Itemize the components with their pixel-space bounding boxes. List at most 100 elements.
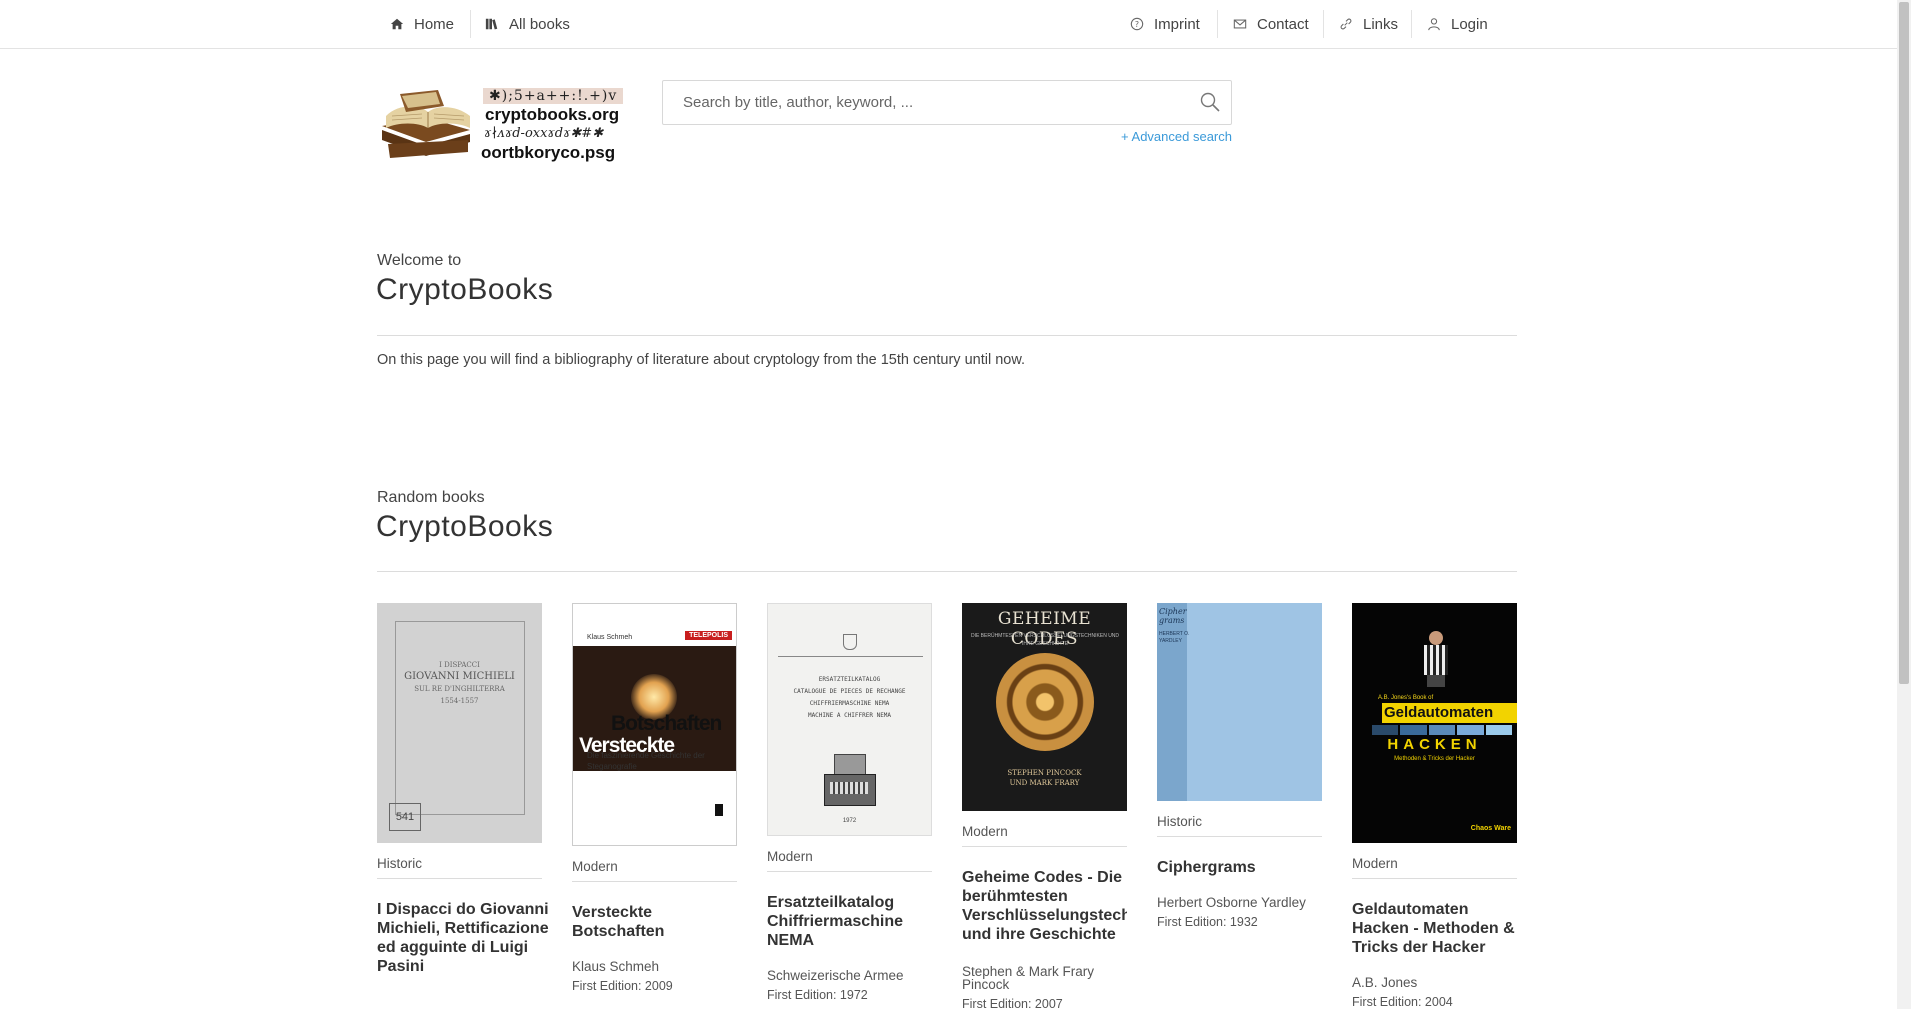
cover-text: Methoden & Tricks der Hacker [1394,756,1475,762]
nav-all-books[interactable]: All books [485,0,570,48]
cover-text: STEPHEN PINCOCK [1007,769,1082,777]
hacker-figure-image [1422,631,1450,691]
swiss-crest-icon [843,634,857,650]
cipher-disk-image [996,653,1094,751]
cover-text: HERBERT O. YARDLEY [1159,631,1190,644]
user-icon [1428,18,1440,31]
nav-imprint[interactable]: ? Imprint [1130,0,1200,48]
book-edition: First Edition: 2009 [572,979,673,993]
book-title[interactable]: Geheime Codes - Die berühmtesten Verschl… [962,868,1127,944]
site-logo[interactable]: ✱);5+a++:!.+)v cryptobooks.org ɤ∤ᴧɤd-oxx… [378,86,626,166]
nav-divider [470,10,471,38]
cover-text: CATALOGUE DE PIECES DE RECHANGE [793,688,906,695]
cover-text: I DISPACCI [439,661,480,669]
publisher-logo-icon [715,804,723,816]
book-title[interactable]: Geldautomaten Hacken - Methoden & Tricks… [1352,900,1527,957]
divider [1352,878,1517,879]
book-edition: First Edition: 1972 [767,988,868,1002]
scrollbar-thumb[interactable] [1899,2,1909,684]
svg-text:?: ? [1135,20,1139,29]
book-cover-image[interactable]: GEHEIME CODES DIE BERÜHMTESTEN VERSCHLÜS… [962,603,1127,811]
logo-cipher-line-2: ɤ∤ᴧɤd-oxxɤdɤ✱#✱ [484,126,604,141]
cover-text: A.B. Jones's Book of [1378,695,1434,701]
nav-divider [1411,10,1412,38]
book-title[interactable]: Ersatzteilkatalog Chiffriermaschine NEMA [767,893,942,950]
divider [767,871,932,872]
book-author: Stephen & Mark Frary Pincock [962,964,1095,992]
nav-login-label: Login [1451,15,1488,33]
book-title[interactable]: Ciphergrams [1157,858,1332,877]
cover-frame [395,621,525,815]
book-cover-image[interactable]: ERSATZTEILKATALOG CATALOGUE DE PIECES DE… [767,603,932,836]
book-cover-image[interactable]: A.B. Jones's Book of Geldautomaten HACKE… [1352,603,1517,843]
cover-text: UND MARK FRARY [1009,779,1080,787]
nav-login[interactable]: Login [1427,0,1488,48]
book-cover-image[interactable]: I DISPACCI GIOVANNI MICHIELI SUL RE D'IN… [377,603,542,843]
cover-text: MACHINE A CHIFFRER NEMA [807,712,892,719]
welcome-kicker: Welcome to [377,252,462,269]
divider [377,335,1517,336]
nav-links-label: Links [1363,15,1399,33]
nav-imprint-label: Imprint [1154,15,1200,33]
book-edition: First Edition: 1932 [1157,915,1258,929]
link-icon [1340,18,1352,30]
book-cover-image[interactable]: Klaus Schmeh TELEPOLIS Versteckte Botsch… [572,603,737,846]
divider [572,881,737,882]
cover-text: ERSATZTEILKATALOG [818,676,881,683]
cover-year: 1972 [842,818,857,824]
cover-text: 1554-1557 [440,697,479,705]
divider [377,571,1517,572]
old-books-icon [382,90,470,158]
home-icon [390,18,404,30]
search-input[interactable] [681,81,1165,124]
cover-text: Die faszinierende Geschichte der Stegano… [587,751,705,771]
divider [1157,836,1322,837]
library-stamp: 541 [389,803,421,831]
advanced-search-link[interactable]: + Advanced search [1100,129,1232,144]
cover-text: GIOVANNI MICHIELI [404,671,515,682]
books-icon [485,18,498,30]
nav-links[interactable]: Links [1339,0,1398,48]
book-title[interactable]: Versteckte Botschaften [572,903,747,941]
nav-home[interactable]: Home [390,0,454,48]
nav-divider [1217,10,1218,38]
cover-text: HACKEN [1387,736,1482,753]
random-books-title: CryptoBooks [376,510,554,543]
cover-text: Klaus Schmeh [587,634,633,641]
nav-contact[interactable]: Contact [1233,0,1309,48]
book-category: Historic [1157,814,1203,829]
cipher-machine-icon [824,754,876,809]
book-author: Klaus Schmeh [572,959,660,974]
cover-badge: TELEPOLIS [685,631,732,640]
book-category: Modern [767,849,813,864]
book-title[interactable]: I Dispacci do Giovanni Michieli, Rettifi… [377,900,552,976]
search-icon[interactable] [1199,91,1221,113]
book-category: Historic [377,856,423,871]
logo-site-name: cryptobooks.org [485,105,620,124]
divider [377,878,542,879]
cover-text: Botschaften [611,712,722,735]
nav-contact-label: Contact [1257,15,1309,33]
mail-icon [1233,19,1247,29]
book-author: Herbert Osborne Yardley [1157,895,1306,910]
publisher-logo: Chaos Ware [1470,825,1511,832]
divider [962,846,1127,847]
logo-cipher-line-1: ✱);5+a++:!.+)v [483,88,624,104]
book-cover-image[interactable]: Cipher grams HERBERT O. YARDLEY [1157,603,1322,801]
book-category: Modern [962,824,1008,839]
cover-color-bars [1372,725,1513,735]
logo-reversed-name: oortbkoryco.psg [481,143,616,162]
cover-text: DIE BERÜHMTESTEN VERSCHLÜSSELUNGSTECHNIK… [970,633,1120,647]
book-author: A.B. Jones [1352,975,1418,990]
nav-home-label: Home [414,15,455,33]
welcome-title: CryptoBooks [376,273,554,306]
nav-all-books-label: All books [509,15,570,33]
help-circle-icon: ? [1130,17,1144,31]
search-box [662,80,1232,125]
random-books-kicker: Random books [377,489,485,506]
book-edition: First Edition: 2004 [1352,995,1453,1009]
book-category: Modern [1352,856,1398,871]
book-category: Modern [572,859,618,874]
cover-text: SUL RE D'INGHILTERRA [414,685,505,693]
cover-text: CHIFFRIERMASCHINE NEMA [809,700,890,707]
